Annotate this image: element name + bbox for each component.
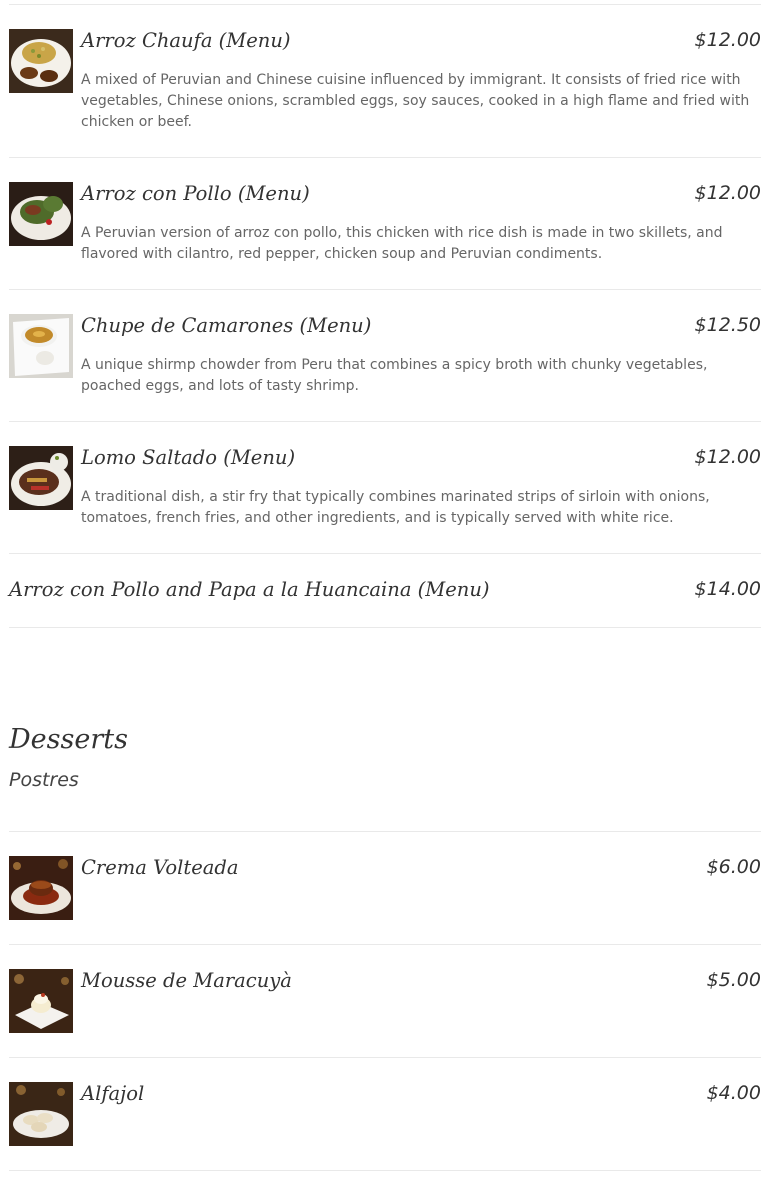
dessert-price: $4.00 [706,1082,761,1104]
dish-photo-chupe-de-camarones[interactable] [9,314,73,378]
dessert-price: $5.00 [706,969,761,991]
dessert-name: Mousse de Maracuyà [81,969,292,992]
section-subtitle: Postres [9,769,79,791]
menu-item[interactable]: Arroz Chaufa (Menu) $12.00 A mixed of Pe… [9,29,761,139]
dessert-photo-crema-volteada[interactable] [9,856,73,920]
divider [9,4,761,5]
dish-name: Lomo Saltado (Menu) [81,446,296,469]
dessert-item[interactable]: Mousse de Maracuyà $5.00 [9,969,761,1039]
divider [9,157,761,158]
divider [9,944,761,945]
dessert-name: Alfajol [81,1082,145,1105]
dish-price: $12.50 [694,314,761,336]
dessert-photo-alfajol[interactable] [9,1082,73,1146]
divider [9,289,761,290]
divider [9,1057,761,1058]
dish-photo-lomo-saltado[interactable] [9,446,73,510]
dish-name: Chupe de Camarones (Menu) [81,314,372,337]
divider [9,553,761,554]
dish-description: A mixed of Peruvian and Chinese cuisine … [81,72,750,130]
divider [9,831,761,832]
dish-description: A unique shirmp chowder from Peru that c… [81,357,708,394]
dish-price: $12.00 [694,29,761,51]
dish-price: $12.00 [694,446,761,468]
divider [9,1170,761,1171]
menu-item[interactable]: Lomo Saltado (Menu) $12.00 A traditional… [9,446,761,536]
dessert-price: $6.00 [706,856,761,878]
dish-price: $12.00 [694,182,761,204]
menu-item[interactable]: Chupe de Camarones (Menu) $12.50 A uniqu… [9,314,761,404]
dish-photo-arroz-con-pollo[interactable] [9,182,73,246]
menu-item[interactable]: Arroz con Pollo and Papa a la Huancaina … [9,578,761,608]
dish-photo-arroz-chaufa[interactable] [9,29,73,93]
dessert-item[interactable]: Crema Volteada $6.00 [9,856,761,926]
dessert-item[interactable]: Alfajol $4.00 [9,1082,761,1152]
dish-price: $14.00 [694,578,761,600]
dish-name: Arroz Chaufa (Menu) [81,29,291,52]
menu-item[interactable]: Arroz con Pollo (Menu) $12.00 A Peruvian… [9,182,761,272]
section-title: Desserts [9,724,128,755]
dessert-name: Crema Volteada [81,856,239,879]
dish-description: A traditional dish, a stir fry that typi… [81,489,710,526]
dessert-photo-mousse-de-maracuya[interactable] [9,969,73,1033]
divider [9,627,761,628]
dish-name: Arroz con Pollo (Menu) [81,182,310,205]
divider [9,421,761,422]
dish-description: A Peruvian version of arroz con pollo, t… [81,225,723,262]
dish-name: Arroz con Pollo and Papa a la Huancaina … [9,578,490,601]
